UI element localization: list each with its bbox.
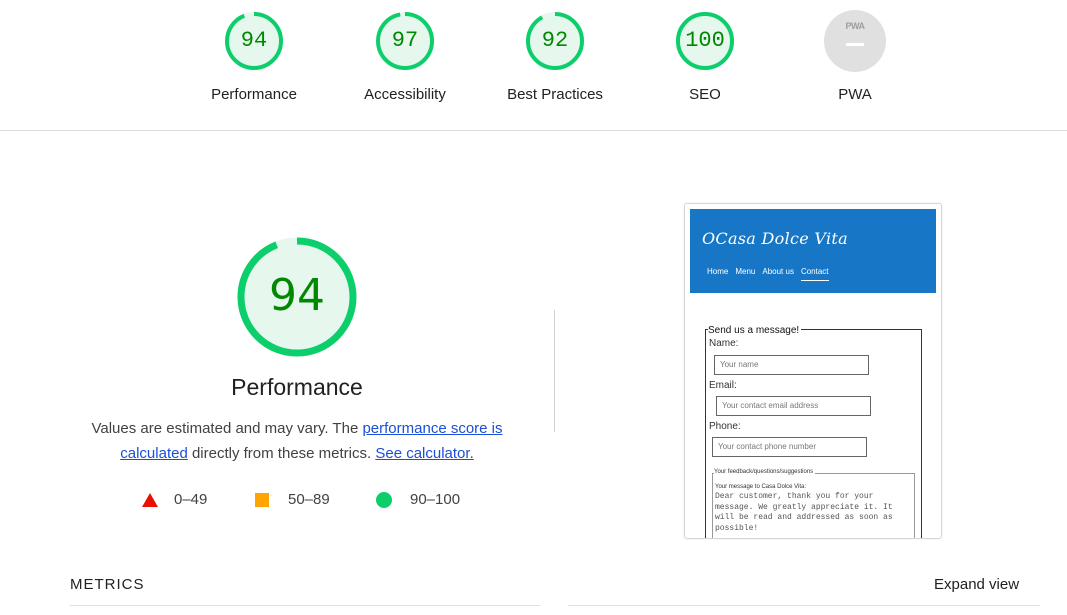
gauge-performance[interactable]: 94 Performance [189,0,319,103]
gauge-best-practices[interactable]: 92 Best Practices [490,0,620,103]
feedback-legend: Your feedback/questions/suggestions [714,469,816,475]
gauge-accessibility-score: 97 [391,28,419,53]
gauge-seo-label: SEO [689,86,721,103]
metrics-divider-right [568,605,1040,606]
vertical-separator [554,310,555,432]
site-header: OCasa Dolce Vita Home Menu About us Contact [690,209,936,293]
metrics-divider-left [70,605,540,606]
feedback-fieldset: Your feedback/questions/suggestions Your… [712,469,915,538]
contact-form: Send us a message! Name: Your name Email… [705,325,922,538]
pwa-badge-icon: PWA [824,10,886,72]
form-legend: Send us a message! [708,325,802,336]
legend-range-pass: 90–100 [410,491,461,508]
desc-middle: directly from these metrics. [187,445,376,462]
pwa-badge-text: PWA [845,21,865,31]
gauge-best-practices-score: 92 [541,28,569,53]
gauge-performance-score: 94 [240,28,268,53]
email-field: Your contact email address [716,396,871,416]
gauge-accessibility-label: Accessibility [364,86,446,103]
name-field: Your name [714,355,869,375]
gauge-best-practices-label: Best Practices [507,86,603,103]
site-nav-contact: Contact [800,267,829,281]
message-label: Your message to Casa Dolce Vita: [715,484,807,490]
header-divider [0,130,1067,131]
main-performance-score: 94 [269,270,325,321]
legend-range-average: 50–89 [288,491,330,508]
performance-description: Values are estimated and may vary. The p… [80,416,514,466]
main-performance-gauge: 94 [236,236,358,358]
gauge-seo[interactable]: 100 SEO [640,0,770,103]
green-circle-icon [376,492,392,508]
desc-prefix: Values are estimated and may vary. The [91,420,363,437]
legend-range-fail: 0–49 [174,491,208,508]
category-gauges: 94 Performance 97 Accessibility 92 Best … [0,0,1067,130]
phone-label: Phone: [709,421,741,432]
site-nav-about: About us [762,267,794,276]
gauge-performance-label: Performance [211,86,297,103]
orange-square-icon [255,493,269,507]
see-calculator-link[interactable]: See calculator. [375,445,473,462]
gauge-seo-score: 100 [685,28,725,53]
email-label: Email: [709,380,737,391]
phone-field: Your contact phone number [712,437,867,457]
main-performance-title: Performance [231,374,363,400]
name-label: Name: [709,338,739,349]
site-nav: Home Menu About us Contact [707,261,836,281]
expand-view-button[interactable]: Expand view [934,576,1019,593]
site-nav-home: Home [707,267,729,276]
message-textarea: Dear customer, thank you for your messag… [715,492,893,533]
pwa-dash-icon [846,43,864,46]
gauge-accessibility[interactable]: 97 Accessibility [340,0,470,103]
gauge-pwa[interactable]: PWA PWA [790,0,920,103]
final-screenshot-preview[interactable]: OCasa Dolce Vita Home Menu About us Contact… [684,203,942,539]
site-logo: OCasa Dolce Vita [702,229,848,248]
site-nav-menu: Menu [735,267,756,276]
gauge-pwa-label: PWA [838,86,872,103]
metrics-heading: METRICS [70,576,145,593]
score-legend: 0–49 50–89 90–100 [0,488,600,512]
red-triangle-icon [142,493,158,507]
